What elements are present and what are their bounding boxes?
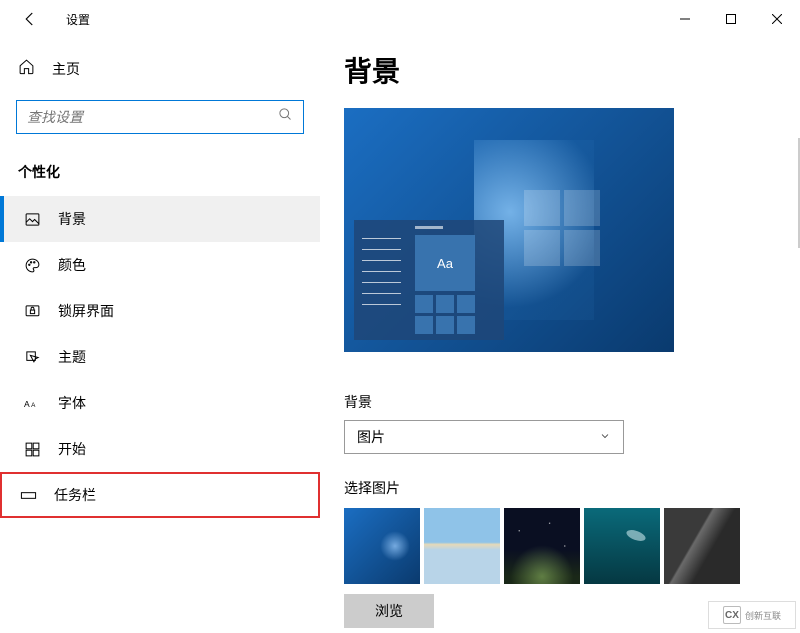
search-icon	[278, 107, 293, 127]
watermark: CX 创新互联	[708, 601, 796, 629]
nav-item-label: 背景	[58, 209, 86, 229]
thumbnail-2[interactable]	[424, 508, 500, 584]
thumbnail-1[interactable]	[344, 508, 420, 584]
watermark-logo: CX	[723, 606, 741, 624]
windows-logo-icon	[524, 190, 604, 270]
back-button[interactable]	[18, 7, 42, 31]
app-title: 设置	[66, 11, 90, 28]
minimize-button[interactable]	[662, 3, 708, 35]
start-icon	[22, 441, 42, 458]
chevron-down-icon	[599, 429, 611, 445]
nav-item-label: 字体	[58, 393, 86, 413]
preview-text-tile: Aa	[415, 235, 475, 291]
nav-background[interactable]: 背景	[0, 196, 320, 242]
browse-button-label: 浏览	[375, 601, 403, 621]
lockscreen-icon	[22, 303, 42, 320]
nav-item-label: 颜色	[58, 255, 86, 275]
picture-icon	[22, 211, 42, 228]
nav-home[interactable]: 主页	[0, 48, 320, 90]
title-bar: 设置	[0, 0, 800, 38]
palette-icon	[22, 257, 42, 274]
watermark-text: 创新互联	[745, 609, 781, 622]
nav-taskbar[interactable]: 任务栏	[0, 472, 320, 518]
svg-text:A: A	[24, 399, 30, 409]
theme-icon	[22, 349, 42, 366]
thumbnail-3[interactable]	[504, 508, 580, 584]
nav-start[interactable]: 开始	[0, 426, 320, 472]
background-type-dropdown[interactable]: 图片	[344, 420, 624, 454]
sidebar: 主页 个性化 背景 颜色 锁屏界面	[0, 38, 320, 633]
nav-themes[interactable]: 主题	[0, 334, 320, 380]
sidebar-section-title: 个性化	[0, 154, 320, 196]
dropdown-value: 图片	[357, 427, 385, 447]
preview-start-menu: Aa	[354, 220, 504, 340]
nav-item-label: 任务栏	[54, 485, 96, 505]
maximize-button[interactable]	[708, 3, 754, 35]
thumbnail-5[interactable]	[664, 508, 740, 584]
main-panel: 背景 Aa	[320, 38, 800, 633]
select-picture-label: 选择图片	[344, 478, 800, 498]
background-label: 背景	[344, 392, 800, 412]
nav-item-label: 主题	[58, 347, 86, 367]
taskbar-icon	[18, 487, 38, 504]
svg-text:A: A	[31, 402, 36, 409]
page-title: 背景	[344, 50, 800, 90]
nav-home-label: 主页	[52, 59, 80, 79]
nav-colors[interactable]: 颜色	[0, 242, 320, 288]
search-box[interactable]	[16, 100, 304, 134]
nav-fonts[interactable]: AA 字体	[0, 380, 320, 426]
nav-lockscreen[interactable]: 锁屏界面	[0, 288, 320, 334]
font-icon: AA	[22, 396, 42, 411]
close-button[interactable]	[754, 3, 800, 35]
desktop-preview: Aa	[344, 108, 674, 352]
nav-item-label: 开始	[58, 439, 86, 459]
nav-item-label: 锁屏界面	[58, 301, 114, 321]
picture-thumbnails	[344, 508, 800, 584]
home-icon	[18, 58, 38, 80]
browse-button[interactable]: 浏览	[344, 594, 434, 628]
thumbnail-4[interactable]	[584, 508, 660, 584]
search-input[interactable]	[27, 109, 278, 125]
